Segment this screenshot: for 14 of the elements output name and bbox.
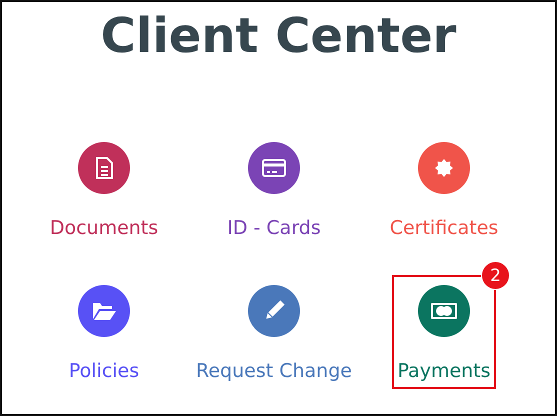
payment-card-icon[interactable] — [418, 285, 470, 337]
count-badge: 2 — [481, 261, 510, 290]
tile-label[interactable]: Certificates — [390, 216, 498, 240]
tile-label[interactable]: Request Change — [196, 359, 352, 383]
document-icon[interactable] — [78, 142, 130, 194]
card-icon[interactable] — [248, 142, 300, 194]
pencil-icon[interactable] — [248, 285, 300, 337]
folder-icon[interactable] — [78, 285, 130, 337]
tile-label[interactable]: ID - Cards — [227, 216, 321, 240]
page-title: Client Center — [100, 7, 458, 66]
tile-label[interactable]: Documents — [50, 216, 158, 240]
seal-icon[interactable] — [418, 142, 470, 194]
tile-label[interactable]: Payments — [397, 359, 491, 383]
tile-label[interactable]: Policies — [68, 359, 140, 383]
